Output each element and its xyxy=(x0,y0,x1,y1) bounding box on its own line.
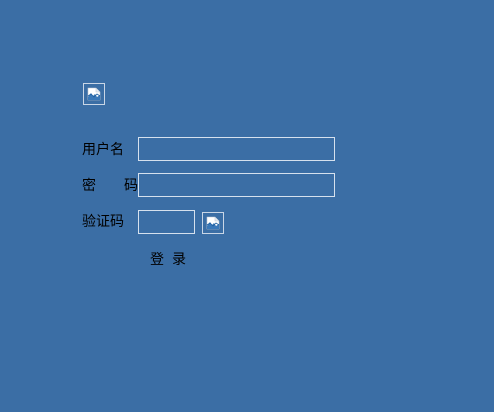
header-image xyxy=(83,83,105,105)
username-input[interactable] xyxy=(138,137,335,161)
captcha-input[interactable] xyxy=(138,210,195,234)
broken-image-icon xyxy=(87,87,101,101)
password-label: 密 码 xyxy=(82,178,138,194)
password-input[interactable] xyxy=(138,173,335,197)
captcha-label: 验证码 xyxy=(82,214,124,230)
login-button[interactable]: 登录 xyxy=(150,251,194,269)
username-label: 用户名 xyxy=(82,142,124,158)
captcha-image[interactable] xyxy=(202,212,224,234)
broken-image-icon xyxy=(206,216,220,230)
